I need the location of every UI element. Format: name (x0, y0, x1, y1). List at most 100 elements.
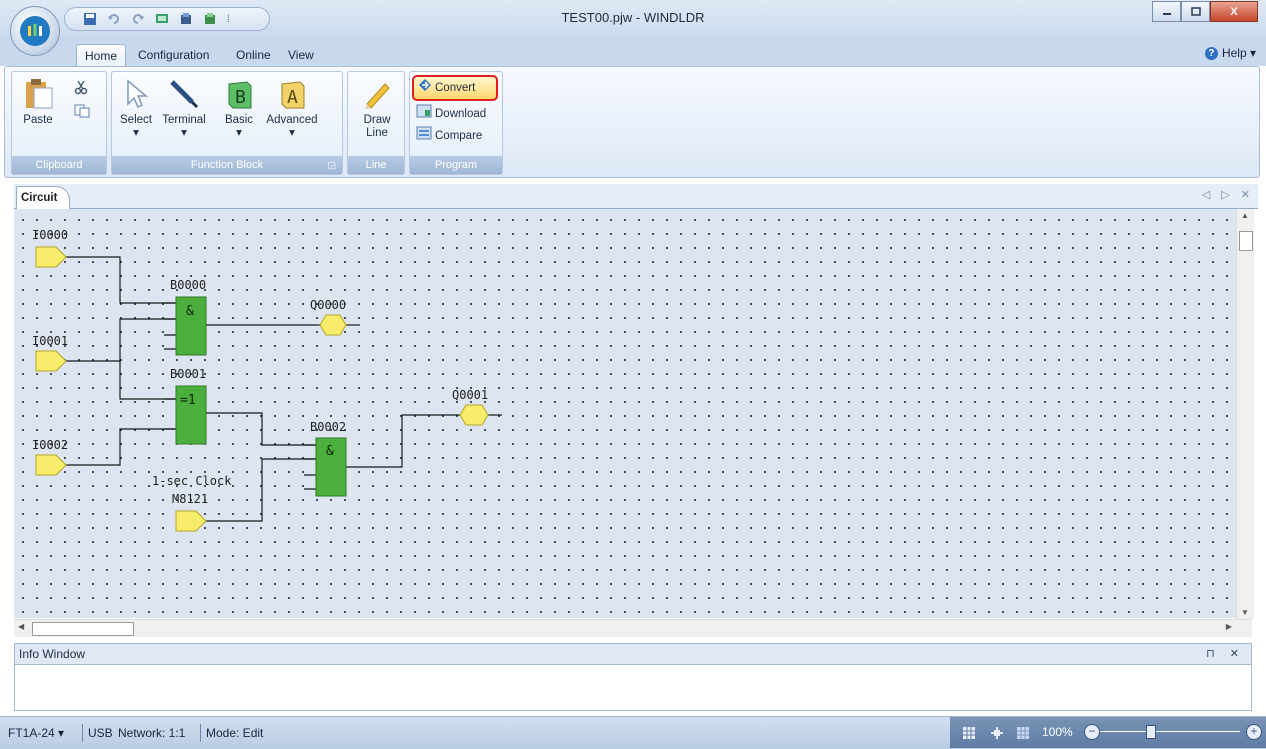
grid-view-icon[interactable] (962, 726, 976, 743)
snap-view-icon[interactable] (990, 726, 1004, 743)
download-icon (416, 104, 432, 125)
horizontal-scroll-thumb[interactable] (32, 622, 134, 636)
input-label-i0002: I0002 (32, 438, 68, 452)
terminal-pen-icon (168, 78, 200, 110)
input-terminal-i0001[interactable] (35, 350, 67, 372)
dialog-launcher-icon[interactable]: ◲ (327, 156, 336, 174)
network-status: Network: 1:1 (118, 726, 186, 740)
convert-label: Convert (435, 82, 476, 94)
window-controls: X (1152, 1, 1258, 22)
plc-type-selector[interactable]: FT1A-24 ▾ (8, 726, 64, 740)
output-terminal-q0001[interactable] (459, 404, 489, 426)
ribbon: Paste Clipboard Select ▾ Terminal ▾ B Basi… (4, 66, 1260, 178)
paste-button[interactable]: Paste (18, 78, 58, 127)
advanced-button[interactable]: A Advanced ▾ (262, 78, 322, 140)
input-label-i0001: I0001 (32, 334, 68, 348)
compare-icon (416, 126, 432, 147)
scroll-left-arrow-icon[interactable]: ◀ (18, 622, 24, 631)
compare-button[interactable]: Compare (416, 126, 482, 146)
draw-line-label-2: Line (366, 127, 388, 139)
input-label-m8121: M8121 (172, 492, 208, 506)
cut-button[interactable] (74, 80, 88, 100)
scroll-down-arrow-icon[interactable]: ▼ (1241, 608, 1249, 617)
function-block-label-text: Function Block (190, 159, 264, 171)
block-op-b0000: & (186, 304, 194, 319)
pencil-icon (361, 78, 393, 110)
horizontal-scrollbar[interactable]: ◀ ▶ (14, 619, 1252, 637)
application-menu-button[interactable] (10, 6, 60, 56)
zoom-slider-thumb[interactable] (1146, 725, 1156, 739)
terminal-label: Terminal (162, 114, 206, 126)
paste-icon (22, 78, 54, 110)
paste-label: Paste (23, 114, 53, 126)
draw-line-button[interactable]: Draw Line (354, 78, 400, 140)
convert-button[interactable]: Convert (412, 75, 498, 101)
maximize-button[interactable] (1181, 1, 1210, 22)
advanced-block-a-icon: A (276, 78, 308, 110)
input-terminal-m8121[interactable] (175, 510, 207, 532)
mode-status: Mode: Edit (206, 726, 264, 740)
basic-button[interactable]: B Basic ▾ (216, 78, 262, 140)
select-dropdown-icon: ▾ (133, 127, 139, 139)
close-button[interactable]: X (1210, 1, 1258, 22)
svg-text:A: A (287, 87, 298, 108)
pane-navigation-controls[interactable]: ◁ ▷ ✕ (1202, 188, 1254, 201)
block-op-b0002: & (326, 444, 334, 459)
circuit-canvas[interactable]: I0000 I0001 I0002 1-sec Clock M8121 B000… (14, 209, 1250, 618)
compare-label: Compare (435, 130, 483, 142)
scroll-right-arrow-icon[interactable]: ▶ (1226, 622, 1232, 631)
select-button[interactable]: Select ▾ (116, 78, 156, 140)
copy-button[interactable] (74, 104, 90, 124)
advanced-label: Advanced (266, 114, 318, 126)
tab-configuration[interactable]: Configuration (130, 44, 217, 66)
tab-view[interactable]: View (280, 44, 322, 66)
info-window-content (14, 665, 1252, 711)
output-label-q0000: Q0000 (310, 298, 346, 312)
svg-text:B: B (235, 87, 246, 108)
program-group: Convert Download Compare Program (409, 71, 503, 175)
help-button[interactable]: ? Help ▾ (1204, 46, 1256, 60)
terminal-dropdown-icon: ▾ (181, 127, 187, 139)
input-label-i0000: I0000 (32, 228, 68, 242)
zoom-out-button[interactable]: − (1084, 724, 1100, 740)
block-label-b0001: B0001 (170, 367, 206, 381)
window-title: TEST00.pjw - WINDLDR (561, 10, 705, 25)
download-label: Download (435, 108, 487, 120)
advanced-dropdown-icon: ▾ (289, 127, 295, 139)
help-icon: ? (1204, 46, 1218, 60)
status-separator (82, 724, 83, 742)
download-button[interactable]: Download (416, 104, 486, 124)
wires (66, 256, 502, 522)
info-window-controls[interactable]: ⊓ ✕ (1206, 644, 1245, 664)
convert-icon (418, 78, 432, 99)
clock-caption: 1-sec Clock (152, 474, 232, 488)
program-group-label: Program (410, 156, 502, 174)
block-op-b0001: =1 (180, 393, 196, 408)
info-window-title: Info Window (19, 647, 86, 661)
tab-online[interactable]: Online (228, 44, 279, 66)
output-label-q0001: Q0001 (452, 388, 488, 402)
basic-block-b-icon: B (223, 78, 255, 110)
clipboard-group-label: Clipboard (12, 156, 106, 174)
basic-label: Basic (224, 114, 254, 126)
cut-icon (74, 79, 88, 102)
scroll-up-arrow-icon[interactable]: ▲ (1241, 211, 1249, 220)
output-terminal-q0000[interactable] (319, 314, 347, 336)
input-terminal-i0002[interactable] (35, 454, 67, 476)
input-terminal-i0000[interactable] (35, 246, 67, 268)
tab-circuit[interactable]: Circuit (16, 186, 71, 209)
tab-home[interactable]: Home (76, 44, 127, 67)
function-block-group: Select ▾ Terminal ▾ B Basic ▾ A Advanced ▾ F… (111, 71, 343, 175)
vertical-scroll-thumb[interactable] (1239, 231, 1253, 251)
zoom-slider-track[interactable] (1100, 731, 1240, 732)
terminal-button[interactable]: Terminal ▾ (156, 78, 212, 140)
zoom-in-button[interactable]: + (1246, 724, 1262, 740)
ribbon-tab-row: Home Configuration Online View (0, 40, 1266, 67)
function-block-group-label: Function Block ◲ (112, 156, 342, 174)
vertical-scrollbar[interactable]: ▲ ▼ (1236, 209, 1254, 619)
pointer-arrow-icon (120, 78, 152, 110)
draw-line-label-1: Draw (363, 114, 391, 126)
fit-view-icon[interactable] (1016, 726, 1030, 743)
minimize-button[interactable] (1152, 1, 1181, 22)
line-group-label: Line (348, 156, 404, 174)
